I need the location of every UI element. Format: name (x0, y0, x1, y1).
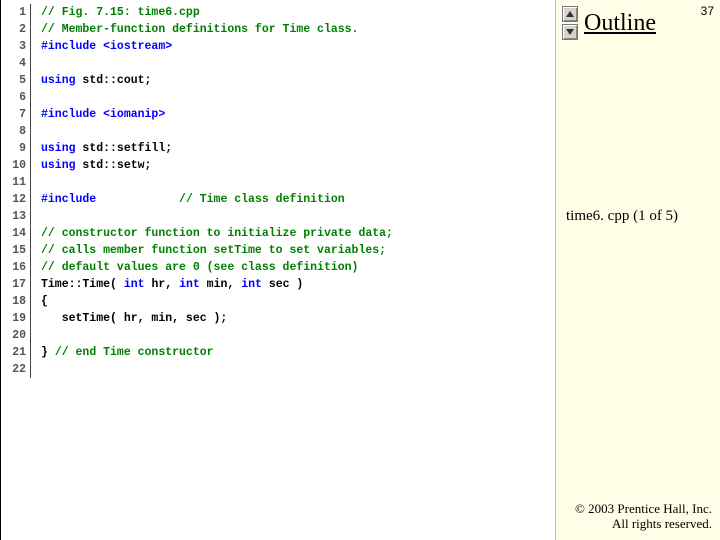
code-token: std::setfill; (82, 142, 172, 155)
code-line: setTime( hr, min, sec ); (41, 310, 555, 327)
code-token: // constructor function to initialize pr… (41, 227, 393, 240)
code-token: { (41, 295, 55, 308)
code-token: sec ) (262, 278, 310, 291)
outline-row: Outline (562, 6, 656, 40)
scroll-up-button[interactable] (562, 6, 578, 22)
code-token: #include (41, 193, 96, 206)
code-token: setTime( hr, min, sec ); (41, 312, 234, 325)
line-number: 6 (1, 89, 26, 106)
line-number: 7 (1, 106, 26, 123)
code-token: // end Time constructor (55, 346, 214, 359)
triangle-down-icon (566, 29, 574, 35)
code-pane: 12345678910111213141516171819202122 // F… (0, 0, 555, 540)
code-line (41, 327, 555, 344)
line-number: 14 (1, 225, 26, 242)
code-area: 12345678910111213141516171819202122 // F… (1, 0, 555, 378)
code-token: #include (41, 40, 103, 53)
code-token: #include (41, 108, 103, 121)
code-token: min, (200, 278, 241, 291)
code-line: #include // Time class definition (41, 191, 555, 208)
copyright-block: © 2003 Prentice Hall, Inc. All rights re… (575, 501, 712, 532)
line-number: 10 (1, 157, 26, 174)
code-line: // constructor function to initialize pr… (41, 225, 555, 242)
code-line: #include <iomanip> (41, 106, 555, 123)
line-number: 1 (1, 4, 26, 21)
line-number: 16 (1, 259, 26, 276)
line-number: 19 (1, 310, 26, 327)
code-token: using (41, 159, 82, 172)
line-number: 9 (1, 140, 26, 157)
code-token: // Member-function definitions for Time … (41, 23, 358, 36)
code-line: { (41, 293, 555, 310)
line-number: 22 (1, 361, 26, 378)
code-token: <iostream> (103, 40, 172, 53)
code-lines: // Fig. 7.15: time6.cpp // Member-functio… (31, 4, 555, 378)
line-number: 4 (1, 55, 26, 72)
code-line (41, 174, 555, 191)
code-token: std::setw; (82, 159, 151, 172)
code-line (41, 55, 555, 72)
line-number: 12 (1, 191, 26, 208)
code-line: } // end Time constructor (41, 344, 555, 361)
outline-heading: Outline (584, 10, 656, 37)
scroll-down-button[interactable] (562, 24, 578, 40)
code-line: Time::Time( int hr, int min, int sec ) (41, 276, 555, 293)
code-token: // default values are 0 (see class defin… (41, 261, 358, 274)
code-line: using std::setfill; (41, 140, 555, 157)
scroll-control (562, 6, 578, 40)
code-token: // calls member function setTime to set … (41, 244, 386, 257)
code-line (41, 123, 555, 140)
code-token: // Fig. 7.15: time6.cpp (41, 6, 200, 19)
copyright-line: © 2003 Prentice Hall, Inc. (575, 501, 712, 517)
line-number: 3 (1, 38, 26, 55)
code-line: using std::setw; (41, 157, 555, 174)
code-token: hr, (145, 278, 180, 291)
slide-page: 12345678910111213141516171819202122 // F… (0, 0, 720, 540)
code-token: Time::Time( (41, 278, 124, 291)
code-line: // Member-function definitions for Time … (41, 21, 555, 38)
code-token: using (41, 74, 82, 87)
code-token (96, 193, 179, 206)
code-line: // Fig. 7.15: time6.cpp (41, 4, 555, 21)
code-line: // calls member function setTime to set … (41, 242, 555, 259)
line-number: 8 (1, 123, 26, 140)
code-token: <iomanip> (103, 108, 165, 121)
line-number: 20 (1, 327, 26, 344)
code-line: // default values are 0 (see class defin… (41, 259, 555, 276)
line-number-gutter: 12345678910111213141516171819202122 (1, 4, 31, 378)
code-token: int (179, 278, 200, 291)
triangle-up-icon (566, 11, 574, 17)
line-number: 15 (1, 242, 26, 259)
code-token: using (41, 142, 82, 155)
line-number: 2 (1, 21, 26, 38)
side-pane: 37 Outline time6. cpp (1 of 5) © 2003 Pr… (555, 0, 720, 540)
code-token: int (124, 278, 145, 291)
code-line: using std::cout; (41, 72, 555, 89)
line-number: 18 (1, 293, 26, 310)
code-token: int (241, 278, 262, 291)
page-number: 37 (701, 4, 714, 18)
code-token: // Time class definition (179, 193, 345, 206)
line-number: 17 (1, 276, 26, 293)
line-number: 11 (1, 174, 26, 191)
copyright-line: All rights reserved. (575, 516, 712, 532)
code-token: } (41, 346, 55, 359)
file-caption: time6. cpp (1 of 5) (566, 208, 714, 225)
code-token: std::cout; (82, 74, 151, 87)
code-line (41, 89, 555, 106)
line-number: 21 (1, 344, 26, 361)
line-number: 13 (1, 208, 26, 225)
line-number: 5 (1, 72, 26, 89)
code-line: #include <iostream> (41, 38, 555, 55)
code-line (41, 361, 555, 378)
code-line (41, 208, 555, 225)
